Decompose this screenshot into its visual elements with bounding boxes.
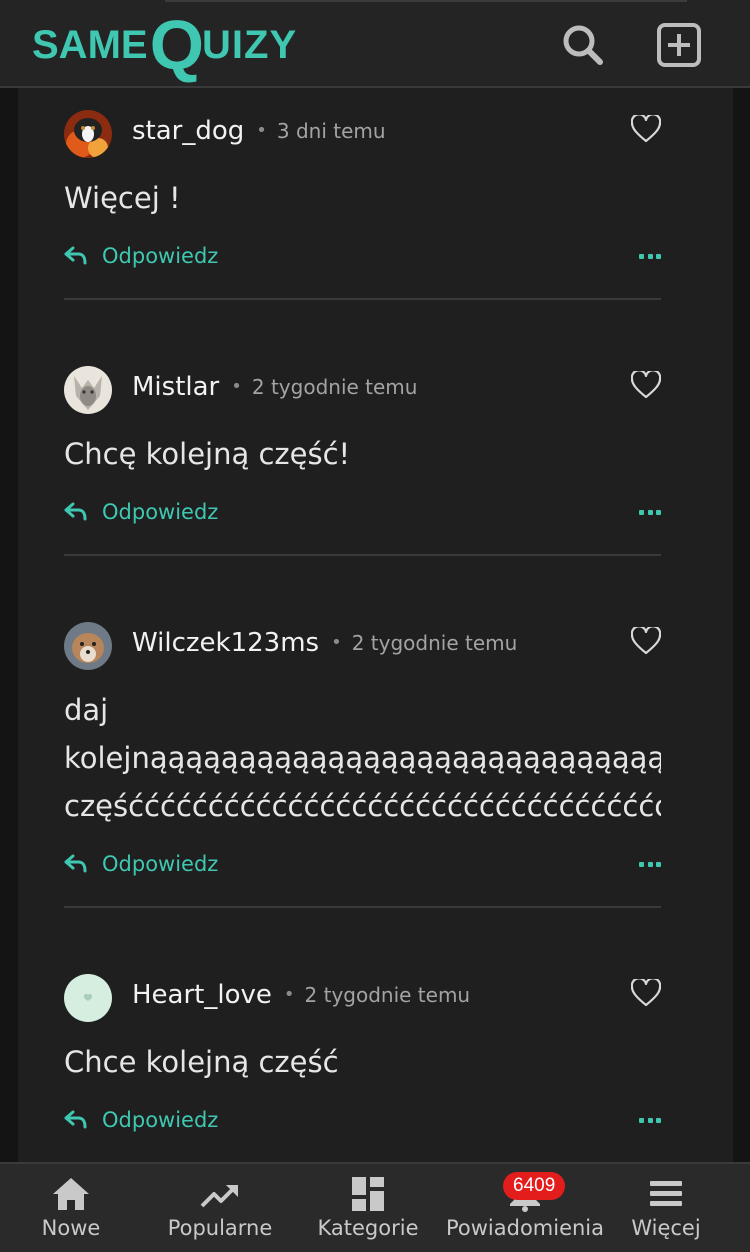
separator-dot: • <box>283 984 295 1005</box>
app-header: SAME Q UIZY <box>0 0 750 88</box>
reply-label: Odpowiedz <box>102 852 219 876</box>
comment-line: kolejnąąąąąąąąąąąąąąąąąąąąąąąąąąąąąąąąą <box>64 741 661 775</box>
comment-time: 2 tygodnie temu <box>351 631 518 655</box>
nav-item-nowe[interactable]: Nowe <box>20 1164 122 1252</box>
reply-button[interactable]: Odpowiedz <box>64 1108 218 1132</box>
add-quiz-button[interactable] <box>656 22 702 68</box>
separator-dot: • <box>231 376 242 397</box>
like-button[interactable] <box>630 369 662 399</box>
notification-badge: 6409 <box>503 1172 566 1200</box>
heart-icon <box>630 625 662 655</box>
nav-label: Nowe <box>41 1216 101 1240</box>
avatar[interactable] <box>64 974 112 1022</box>
nav-item-wiecej[interactable]: Więcej <box>622 1164 710 1252</box>
comment-line: daj <box>64 693 109 727</box>
separator-dot: • <box>256 120 267 141</box>
comment-author[interactable]: Heart_love <box>132 980 272 1010</box>
comment-author[interactable]: Mistlar <box>132 372 219 402</box>
menu-icon <box>650 1181 682 1206</box>
nav-item-kategorie[interactable]: Kategorie <box>312 1164 424 1252</box>
more-options-button[interactable] <box>639 858 661 870</box>
like-button[interactable] <box>630 113 662 143</box>
like-button[interactable] <box>630 977 662 1007</box>
trending-icon <box>200 1185 238 1208</box>
comment-text: Więcej ! <box>64 174 661 222</box>
reply-icon <box>64 246 87 265</box>
reply-icon <box>64 1110 87 1129</box>
plus-square-icon <box>657 23 701 67</box>
search-icon <box>563 25 603 65</box>
more-options-button[interactable] <box>639 1114 661 1126</box>
home-icon <box>53 1178 89 1210</box>
reply-button[interactable]: Odpowiedz <box>64 852 218 876</box>
heart-icon <box>630 977 662 1007</box>
reply-label: Odpowiedz <box>102 244 219 268</box>
reply-button[interactable]: Odpowiedz <box>64 244 218 268</box>
heart-icon <box>630 369 662 399</box>
comment-divider <box>64 554 661 556</box>
comments-list: star_dog • 3 dni temu Więcej ! Odpowiedz <box>18 88 733 1162</box>
comment-time: 3 dni temu <box>276 119 386 143</box>
like-button[interactable] <box>630 625 662 655</box>
comment-line: Więcej ! <box>64 181 181 215</box>
comment-line: częśććććććććććććććććććććććććććććććććććć <box>64 789 661 823</box>
more-options-button[interactable] <box>639 506 661 518</box>
avatar[interactable] <box>64 110 112 158</box>
nav-item-popularne[interactable]: Popularne <box>160 1164 280 1252</box>
comment: Wilczek123ms • 2 tygodnie temu daj kolejną… <box>64 622 662 888</box>
comment-time: 2 tygodnie temu <box>304 983 471 1007</box>
comment-line: Chce kolejną część <box>64 1045 339 1079</box>
reply-label: Odpowiedz <box>102 1108 219 1132</box>
comment-text: Chce kolejną część <box>64 1038 661 1086</box>
comment-line: Chcę kolejną część! <box>64 437 351 471</box>
search-button[interactable] <box>560 22 606 68</box>
comment-divider <box>64 906 661 908</box>
comment-text: Chcę kolejną część! <box>64 430 661 478</box>
avatar[interactable] <box>64 366 112 414</box>
avatar[interactable] <box>64 622 112 670</box>
samequizy-logo[interactable]: SAME Q UIZY <box>32 2 297 88</box>
nav-label: Kategorie <box>317 1216 419 1240</box>
nav-label: Powiadomienia <box>445 1216 605 1240</box>
more-options-button[interactable] <box>639 250 661 262</box>
reply-icon <box>64 502 87 521</box>
comment-author[interactable]: Wilczek123ms <box>132 628 319 658</box>
nav-label: Więcej <box>631 1216 701 1240</box>
comment-text: daj kolejnąąąąąąąąąąąąąąąąąąąąąąąąąąąąąą… <box>64 686 661 830</box>
reply-label: Odpowiedz <box>102 500 219 524</box>
bottom-navigation: Nowe Popularne Kategorie Powiadomienia W… <box>0 1162 750 1252</box>
comment: Mistlar • 2 tygodnie temu Chcę kolejną czę… <box>64 366 662 536</box>
nav-label: Popularne <box>167 1216 273 1240</box>
comment: star_dog • 3 dni temu Więcej ! Odpowiedz <box>64 110 662 280</box>
logo-q: Q <box>149 6 205 84</box>
comment-time: 2 tygodnie temu <box>251 375 418 399</box>
comment-author[interactable]: star_dog <box>132 116 244 146</box>
logo-same: SAME <box>32 22 148 67</box>
logo-uizy: UIZY <box>202 22 298 67</box>
comment: Heart_love • 2 tygodnie temu Chce kolejną … <box>64 974 662 1144</box>
separator-dot: • <box>331 632 342 653</box>
reply-icon <box>64 854 87 873</box>
heart-icon <box>630 113 662 143</box>
comment-divider <box>64 298 661 300</box>
grid-icon <box>352 1177 384 1211</box>
reply-button[interactable]: Odpowiedz <box>64 500 218 524</box>
